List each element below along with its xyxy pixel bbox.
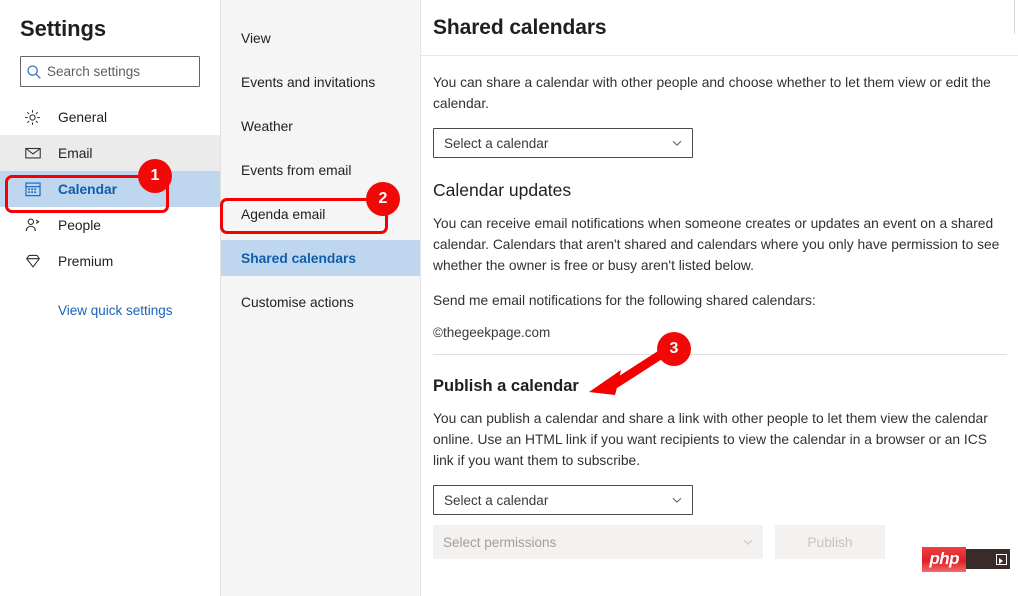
- calendar-icon: [24, 180, 52, 198]
- page-title: Shared calendars: [433, 15, 607, 39]
- midcol-item-events-and-invitations[interactable]: Events and invitations: [221, 64, 420, 100]
- main-header: Shared calendars: [421, 0, 1018, 56]
- gear-icon: [24, 109, 52, 126]
- share-calendar-select-value: Select a calendar: [444, 135, 549, 151]
- calendar-updates-subtext: Send me email notifications for the foll…: [433, 293, 816, 308]
- midcol-item-weather[interactable]: Weather: [221, 108, 420, 144]
- search-settings-box[interactable]: [20, 56, 200, 87]
- sidebar-item-people[interactable]: People: [0, 207, 220, 243]
- publish-calendar-select-value: Select a calendar: [444, 492, 549, 508]
- publish-controls-row: Select permissions Publish: [433, 525, 1006, 559]
- publish-paragraph: You can publish a calendar and share a l…: [433, 411, 988, 468]
- settings-window: Settings General: [0, 0, 1018, 596]
- share-calendar-select[interactable]: Select a calendar: [433, 128, 693, 158]
- search-input[interactable]: [47, 64, 187, 79]
- sidebar-item-email[interactable]: Email: [0, 135, 220, 171]
- intro-paragraph: You can share a calendar with other peop…: [433, 75, 991, 111]
- calendar-updates-paragraph: You can receive email notifications when…: [433, 216, 1000, 273]
- php-logo-text: php: [922, 546, 966, 572]
- php-watermark-badge: php: [922, 546, 1010, 572]
- page-watermark-text: ©thegeekpage.com: [433, 325, 551, 340]
- publish-permissions-select-value: Select permissions: [443, 534, 557, 550]
- midcol-item-view[interactable]: View: [221, 20, 420, 56]
- sidebar-item-premium[interactable]: Premium: [0, 243, 220, 279]
- sidebar-item-general[interactable]: General: [0, 99, 220, 135]
- sidebar-item-label: Calendar: [58, 181, 118, 197]
- person-icon: [24, 216, 52, 234]
- main-content: Shared calendars You can share a calenda…: [420, 0, 1018, 596]
- search-icon: [21, 64, 47, 80]
- calendar-updates-heading: Calendar updates: [433, 180, 572, 200]
- publish-button[interactable]: Publish: [775, 525, 885, 559]
- sidebar-item-label: General: [58, 109, 108, 125]
- midcol-item-shared-calendars[interactable]: Shared calendars: [221, 240, 420, 276]
- midcol-item-agenda-email[interactable]: Agenda email: [221, 196, 420, 232]
- sidebar-nav: General Email Calendar People Premium: [0, 99, 220, 279]
- view-quick-settings-link[interactable]: View quick settings: [0, 303, 220, 318]
- php-badge-dark-block: [966, 549, 1010, 569]
- diamond-icon: [24, 252, 52, 270]
- publish-a-calendar-heading: Publish a calendar: [433, 377, 579, 395]
- sidebar-item-label: People: [58, 217, 101, 233]
- publish-calendar-select[interactable]: Select a calendar: [433, 485, 693, 515]
- sidebar-item-calendar[interactable]: Calendar: [0, 171, 220, 207]
- section-divider: [433, 354, 1007, 355]
- envelope-icon: [24, 144, 52, 162]
- sidebar-item-label: Email: [58, 145, 93, 161]
- calendar-settings-list: View Events and invitations Weather Even…: [221, 0, 420, 320]
- chevron-down-icon: [670, 493, 684, 507]
- midcol-item-events-from-email[interactable]: Events from email: [221, 152, 420, 188]
- media-play-icon: [996, 553, 1007, 565]
- sidebar-item-label: Premium: [58, 253, 114, 269]
- chevron-down-icon: [741, 535, 755, 549]
- settings-title: Settings: [20, 16, 106, 41]
- main-body: You can share a calendar with other peop…: [421, 56, 1018, 559]
- publish-permissions-select[interactable]: Select permissions: [433, 525, 763, 559]
- calendar-settings-nav: View Events and invitations Weather Even…: [220, 0, 420, 596]
- settings-sidebar: Settings General: [0, 0, 220, 596]
- chevron-down-icon: [670, 136, 684, 150]
- midcol-item-customise-actions[interactable]: Customise actions: [221, 284, 420, 320]
- right-edge-divider: [1014, 0, 1015, 34]
